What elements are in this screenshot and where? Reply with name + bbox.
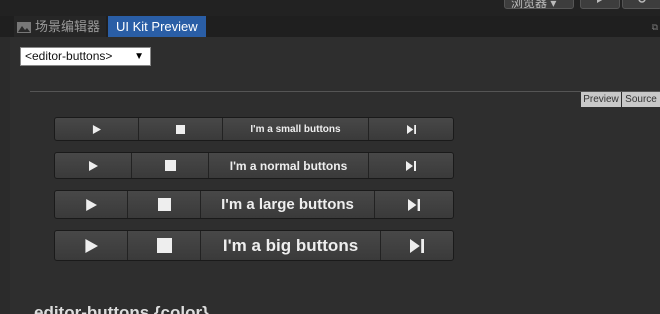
stop-button[interactable]	[132, 153, 209, 178]
tab-label: 场景编辑器	[35, 19, 101, 34]
divider	[30, 91, 660, 92]
stop-icon	[164, 160, 176, 171]
step-button[interactable]	[369, 118, 453, 140]
step-button[interactable]	[375, 191, 453, 218]
tab-bar: 场景编辑器 UI Kit Preview ⧉	[0, 16, 660, 37]
label-button[interactable]: I'm a large buttons	[201, 191, 375, 218]
play-button[interactable]	[55, 231, 128, 260]
stop-icon	[176, 124, 185, 134]
step-icon	[406, 124, 416, 134]
step-button[interactable]	[369, 153, 453, 178]
play-icon	[89, 160, 98, 171]
stop-icon	[156, 238, 172, 253]
play-button[interactable]	[55, 153, 132, 178]
play-icon	[86, 198, 97, 211]
select-value: <editor-buttons>	[25, 49, 113, 63]
component-select[interactable]: <editor-buttons> ▼	[20, 47, 151, 66]
scene-icon	[17, 22, 31, 34]
step-button[interactable]	[381, 231, 453, 260]
stop-button[interactable]	[128, 231, 201, 260]
stop-button[interactable]	[139, 118, 223, 140]
play-icon	[597, 0, 603, 3]
button-group-small: I'm a small buttons	[54, 117, 454, 141]
chevron-down-icon: ▼	[134, 51, 144, 62]
tab-preview[interactable]: Preview	[581, 92, 621, 107]
stop-button[interactable]	[128, 191, 201, 218]
button-group-large: I'm a large buttons	[54, 190, 454, 219]
play-button[interactable]	[580, 0, 620, 9]
section-heading: editor-buttons {color}	[34, 303, 209, 314]
button-group-big: I'm a big buttons	[54, 230, 454, 261]
refresh-icon	[638, 0, 646, 3]
step-icon	[406, 160, 416, 171]
play-button[interactable]	[55, 191, 128, 218]
refresh-button[interactable]	[622, 0, 660, 9]
tab-scene-editor[interactable]: 场景编辑器	[14, 16, 106, 37]
label-button[interactable]: I'm a small buttons	[223, 118, 369, 140]
stop-icon	[157, 198, 171, 211]
tab-label: UI Kit Preview	[116, 19, 198, 34]
expand-icon[interactable]: ⧉	[652, 22, 658, 33]
label-button[interactable]: I'm a normal buttons	[209, 153, 369, 178]
tab-source[interactable]: Source	[622, 92, 660, 107]
step-icon	[408, 198, 420, 211]
play-icon	[92, 124, 101, 134]
tab-ui-kit-preview[interactable]: UI Kit Preview	[108, 16, 206, 37]
browser-dropdown[interactable]: 浏览器 ▾	[504, 0, 574, 9]
button-group-normal: I'm a normal buttons	[54, 152, 454, 179]
play-button[interactable]	[55, 118, 139, 140]
step-icon	[410, 238, 424, 253]
play-icon	[85, 238, 98, 253]
label-button[interactable]: I'm a big buttons	[201, 231, 381, 260]
